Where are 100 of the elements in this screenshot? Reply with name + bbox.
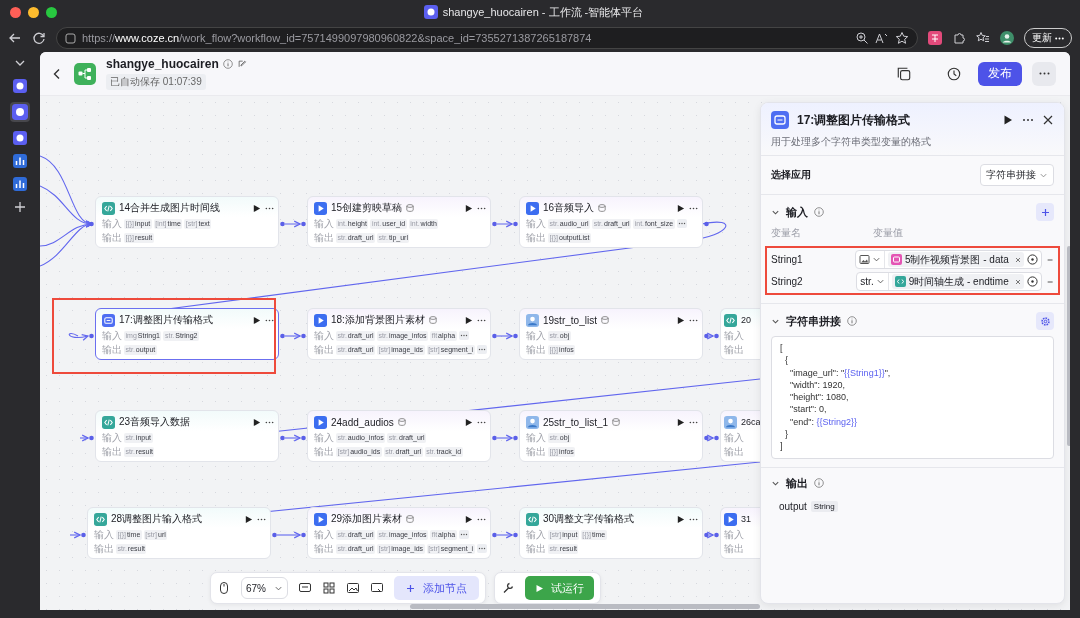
chevron-icon xyxy=(875,277,885,286)
screen-icon[interactable] xyxy=(370,581,384,595)
app-tab-icon[interactable] xyxy=(10,102,30,122)
extension-icon[interactable] xyxy=(928,31,942,45)
grid-icon[interactable] xyxy=(322,581,336,595)
address-bar[interactable]: https://www.coze.cn/work_flow?workflow_id=7571499097980960822&space_id=7355271387265187874 xyxy=(56,27,918,49)
autosave-status: 已自动保存 01:07:39 xyxy=(106,74,206,90)
port-handle[interactable] xyxy=(301,333,306,339)
minimize-window-button[interactable] xyxy=(28,6,39,18)
port-handle[interactable] xyxy=(704,221,709,227)
node-title: 28调整图片输入格式 xyxy=(111,512,203,526)
port-handle[interactable] xyxy=(301,221,306,227)
node-title: 26ca xyxy=(741,417,760,427)
edit-icon[interactable] xyxy=(236,59,247,69)
run-icon[interactable] xyxy=(464,514,473,524)
variable-value-field[interactable]: 5制作视频背景图 - data xyxy=(854,250,1042,269)
read-aloud-icon[interactable] xyxy=(875,31,889,45)
port-handle[interactable] xyxy=(280,221,285,227)
run-icon[interactable] xyxy=(676,203,685,213)
variable-name: String1 xyxy=(771,254,804,265)
history-icon[interactable] xyxy=(946,65,962,82)
run-icon[interactable] xyxy=(676,514,685,524)
run-icon[interactable] xyxy=(464,417,473,427)
clear-icon[interactable] xyxy=(1014,256,1021,263)
port-handle[interactable] xyxy=(513,435,518,441)
zoom-select[interactable]: 67% xyxy=(241,577,288,599)
workflow-node[interactable]: 20 输入 输出 xyxy=(720,308,760,360)
port-handle[interactable] xyxy=(492,333,497,339)
port-handle[interactable] xyxy=(492,532,497,538)
run-icon[interactable] xyxy=(252,315,261,325)
code-line: ] xyxy=(780,440,784,453)
add-node-button[interactable]: 添加节点 xyxy=(394,576,479,600)
close-icon[interactable] xyxy=(1042,114,1054,126)
close-window-button[interactable] xyxy=(10,6,21,18)
zoom-icon[interactable] xyxy=(855,31,869,45)
port-handle[interactable] xyxy=(89,333,94,339)
port-label: 输出 xyxy=(94,541,114,556)
reload-icon[interactable] xyxy=(32,31,46,45)
publish-button[interactable]: 发布 xyxy=(978,61,1022,86)
add-button[interactable] xyxy=(1036,203,1054,221)
puzzle-icon[interactable] xyxy=(952,31,966,45)
settings-button[interactable] xyxy=(1036,312,1054,330)
app-tab-icon[interactable] xyxy=(13,131,27,145)
port-handle[interactable] xyxy=(492,435,497,441)
port-handle[interactable] xyxy=(81,532,86,538)
port-handle[interactable] xyxy=(301,435,306,441)
run-icon[interactable] xyxy=(676,417,685,427)
run-icon[interactable] xyxy=(464,203,473,213)
scrollbar[interactable] xyxy=(410,604,760,609)
comment-icon[interactable] xyxy=(298,581,312,595)
port-handle[interactable] xyxy=(513,532,518,538)
target-icon[interactable] xyxy=(1026,254,1038,265)
chart-tab-icon[interactable] xyxy=(13,177,27,191)
port-handle[interactable] xyxy=(280,435,285,441)
clear-icon[interactable] xyxy=(1014,278,1021,285)
target-icon[interactable] xyxy=(1026,276,1038,287)
port-handle[interactable] xyxy=(89,221,94,227)
node-title: 19str_to_list xyxy=(543,314,597,326)
window-title: shangye_huocairen - 工作流 -智能体平台 xyxy=(442,4,644,20)
favorites-icon[interactable] xyxy=(976,31,990,45)
workflow-logo-icon xyxy=(74,62,96,85)
play-icon xyxy=(314,415,327,429)
wrench-icon[interactable] xyxy=(501,581,515,595)
port-label: 输入 xyxy=(314,527,334,542)
port-handle[interactable] xyxy=(492,221,497,227)
app-tab-icon[interactable] xyxy=(13,79,27,93)
workflow-node[interactable]: 31 输入 输出 xyxy=(720,507,760,559)
port-label: 输出 xyxy=(314,342,334,357)
image-icon[interactable] xyxy=(346,581,360,595)
run-icon[interactable] xyxy=(676,315,685,325)
run-icon[interactable] xyxy=(1002,114,1014,126)
back-icon[interactable] xyxy=(8,31,22,45)
zoom-window-button[interactable] xyxy=(46,6,57,18)
port-handle[interactable] xyxy=(280,333,285,339)
port-handle[interactable] xyxy=(513,333,518,339)
port-handle[interactable] xyxy=(272,532,277,538)
type-select[interactable] xyxy=(858,251,885,268)
run-icon[interactable] xyxy=(252,203,261,213)
variable-value-field[interactable]: str. 9时间轴生成 - endtime xyxy=(856,272,1042,291)
scrollbar[interactable] xyxy=(1067,246,1070,446)
code-editor[interactable]: [ { "image_url": "{{String1}}", "width": 1920, "height": 1080, "start": 0, "end": {{String2}} } ] xyxy=(771,336,1054,459)
run-icon[interactable] xyxy=(464,315,473,325)
workflow-node[interactable]: 26ca 输入 输出 xyxy=(720,410,760,462)
add-icon[interactable] xyxy=(13,200,27,214)
port-label: 输出 xyxy=(724,444,744,459)
mouse-icon[interactable] xyxy=(217,581,231,595)
run-icon[interactable] xyxy=(244,514,253,524)
port-label: 输入 xyxy=(94,527,114,542)
profile-avatar-icon[interactable] xyxy=(1000,31,1014,45)
port-handle[interactable] xyxy=(301,532,306,538)
port-handle[interactable] xyxy=(513,221,518,227)
site-info-icon[interactable] xyxy=(65,32,76,44)
copy-icon[interactable] xyxy=(896,65,912,82)
star-icon[interactable] xyxy=(895,31,909,45)
port-handle[interactable] xyxy=(89,435,94,441)
app-select[interactable]: 字符串拼接 xyxy=(980,164,1054,186)
chart-tab-icon[interactable] xyxy=(13,154,27,168)
type-select[interactable]: str. xyxy=(860,273,889,290)
run-icon[interactable] xyxy=(252,417,261,427)
type-tag: String xyxy=(810,500,838,512)
